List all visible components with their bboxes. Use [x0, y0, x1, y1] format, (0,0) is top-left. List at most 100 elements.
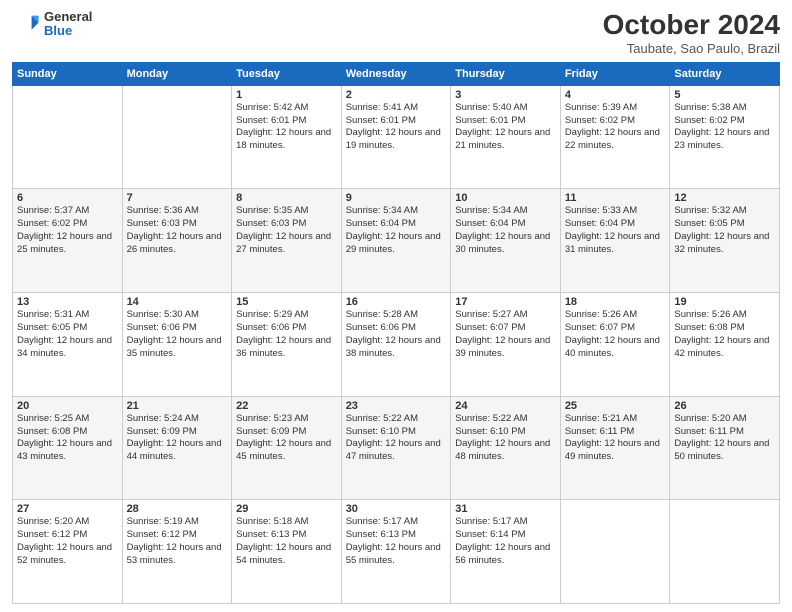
day-detail: Sunrise: 5:40 AM Sunset: 6:01 PM Dayligh… — [455, 102, 556, 153]
day-detail: Sunrise: 5:26 AM Sunset: 6:07 PM Dayligh… — [565, 309, 666, 360]
day-detail: Sunrise: 5:19 AM Sunset: 6:12 PM Dayligh… — [127, 516, 228, 567]
day-detail: Sunrise: 5:30 AM Sunset: 6:06 PM Dayligh… — [127, 309, 228, 360]
day-number: 1 — [236, 89, 337, 101]
day-number: 17 — [455, 296, 556, 308]
calendar-week-1: 1Sunrise: 5:42 AM Sunset: 6:01 PM Daylig… — [13, 85, 780, 189]
day-number: 9 — [346, 192, 447, 204]
calendar-cell: 22Sunrise: 5:23 AM Sunset: 6:09 PM Dayli… — [232, 396, 342, 500]
calendar-cell: 3Sunrise: 5:40 AM Sunset: 6:01 PM Daylig… — [451, 85, 561, 189]
header-thursday: Thursday — [451, 62, 561, 85]
calendar-cell: 23Sunrise: 5:22 AM Sunset: 6:10 PM Dayli… — [341, 396, 451, 500]
header-wednesday: Wednesday — [341, 62, 451, 85]
calendar-cell: 10Sunrise: 5:34 AM Sunset: 6:04 PM Dayli… — [451, 189, 561, 293]
calendar-week-2: 6Sunrise: 5:37 AM Sunset: 6:02 PM Daylig… — [13, 189, 780, 293]
calendar-week-4: 20Sunrise: 5:25 AM Sunset: 6:08 PM Dayli… — [13, 396, 780, 500]
logo-blue: Blue — [44, 24, 92, 38]
day-number: 25 — [565, 400, 666, 412]
day-detail: Sunrise: 5:21 AM Sunset: 6:11 PM Dayligh… — [565, 413, 666, 464]
calendar-cell: 14Sunrise: 5:30 AM Sunset: 6:06 PM Dayli… — [122, 293, 232, 397]
day-detail: Sunrise: 5:35 AM Sunset: 6:03 PM Dayligh… — [236, 205, 337, 256]
header-monday: Monday — [122, 62, 232, 85]
calendar-cell: 16Sunrise: 5:28 AM Sunset: 6:06 PM Dayli… — [341, 293, 451, 397]
day-detail: Sunrise: 5:22 AM Sunset: 6:10 PM Dayligh… — [455, 413, 556, 464]
day-detail: Sunrise: 5:20 AM Sunset: 6:11 PM Dayligh… — [674, 413, 775, 464]
day-detail: Sunrise: 5:22 AM Sunset: 6:10 PM Dayligh… — [346, 413, 447, 464]
calendar-cell: 8Sunrise: 5:35 AM Sunset: 6:03 PM Daylig… — [232, 189, 342, 293]
header: General Blue October 2024 Taubate, Sao P… — [12, 10, 780, 56]
calendar-cell: 13Sunrise: 5:31 AM Sunset: 6:05 PM Dayli… — [13, 293, 123, 397]
page: General Blue October 2024 Taubate, Sao P… — [0, 0, 792, 612]
logo-text: General Blue — [44, 10, 92, 39]
calendar-week-5: 27Sunrise: 5:20 AM Sunset: 6:12 PM Dayli… — [13, 500, 780, 604]
title-block: October 2024 Taubate, Sao Paulo, Brazil — [603, 10, 780, 56]
calendar-cell: 12Sunrise: 5:32 AM Sunset: 6:05 PM Dayli… — [670, 189, 780, 293]
header-tuesday: Tuesday — [232, 62, 342, 85]
day-detail: Sunrise: 5:37 AM Sunset: 6:02 PM Dayligh… — [17, 205, 118, 256]
day-number: 20 — [17, 400, 118, 412]
day-detail: Sunrise: 5:17 AM Sunset: 6:14 PM Dayligh… — [455, 516, 556, 567]
calendar-cell: 1Sunrise: 5:42 AM Sunset: 6:01 PM Daylig… — [232, 85, 342, 189]
day-detail: Sunrise: 5:42 AM Sunset: 6:01 PM Dayligh… — [236, 102, 337, 153]
day-number: 11 — [565, 192, 666, 204]
calendar-cell — [670, 500, 780, 604]
day-number: 14 — [127, 296, 228, 308]
calendar-header: Sunday Monday Tuesday Wednesday Thursday… — [13, 62, 780, 85]
logo: General Blue — [12, 10, 92, 39]
calendar-cell: 29Sunrise: 5:18 AM Sunset: 6:13 PM Dayli… — [232, 500, 342, 604]
day-detail: Sunrise: 5:27 AM Sunset: 6:07 PM Dayligh… — [455, 309, 556, 360]
calendar-cell: 5Sunrise: 5:38 AM Sunset: 6:02 PM Daylig… — [670, 85, 780, 189]
day-number: 23 — [346, 400, 447, 412]
day-number: 6 — [17, 192, 118, 204]
calendar-cell: 4Sunrise: 5:39 AM Sunset: 6:02 PM Daylig… — [560, 85, 670, 189]
day-detail: Sunrise: 5:31 AM Sunset: 6:05 PM Dayligh… — [17, 309, 118, 360]
calendar-cell: 15Sunrise: 5:29 AM Sunset: 6:06 PM Dayli… — [232, 293, 342, 397]
day-detail: Sunrise: 5:26 AM Sunset: 6:08 PM Dayligh… — [674, 309, 775, 360]
day-detail: Sunrise: 5:20 AM Sunset: 6:12 PM Dayligh… — [17, 516, 118, 567]
day-number: 16 — [346, 296, 447, 308]
calendar-cell: 7Sunrise: 5:36 AM Sunset: 6:03 PM Daylig… — [122, 189, 232, 293]
day-number: 15 — [236, 296, 337, 308]
day-number: 12 — [674, 192, 775, 204]
calendar-cell: 17Sunrise: 5:27 AM Sunset: 6:07 PM Dayli… — [451, 293, 561, 397]
day-number: 4 — [565, 89, 666, 101]
day-number: 18 — [565, 296, 666, 308]
calendar-cell: 11Sunrise: 5:33 AM Sunset: 6:04 PM Dayli… — [560, 189, 670, 293]
day-detail: Sunrise: 5:39 AM Sunset: 6:02 PM Dayligh… — [565, 102, 666, 153]
logo-general: General — [44, 10, 92, 24]
day-number: 27 — [17, 503, 118, 515]
calendar-cell: 19Sunrise: 5:26 AM Sunset: 6:08 PM Dayli… — [670, 293, 780, 397]
day-detail: Sunrise: 5:36 AM Sunset: 6:03 PM Dayligh… — [127, 205, 228, 256]
calendar-cell — [13, 85, 123, 189]
calendar-cell: 21Sunrise: 5:24 AM Sunset: 6:09 PM Dayli… — [122, 396, 232, 500]
day-number: 10 — [455, 192, 556, 204]
calendar: Sunday Monday Tuesday Wednesday Thursday… — [12, 62, 780, 604]
calendar-cell: 30Sunrise: 5:17 AM Sunset: 6:13 PM Dayli… — [341, 500, 451, 604]
day-detail: Sunrise: 5:23 AM Sunset: 6:09 PM Dayligh… — [236, 413, 337, 464]
calendar-cell: 28Sunrise: 5:19 AM Sunset: 6:12 PM Dayli… — [122, 500, 232, 604]
calendar-cell: 6Sunrise: 5:37 AM Sunset: 6:02 PM Daylig… — [13, 189, 123, 293]
page-subtitle: Taubate, Sao Paulo, Brazil — [603, 41, 780, 56]
day-detail: Sunrise: 5:18 AM Sunset: 6:13 PM Dayligh… — [236, 516, 337, 567]
day-number: 30 — [346, 503, 447, 515]
header-sunday: Sunday — [13, 62, 123, 85]
day-detail: Sunrise: 5:29 AM Sunset: 6:06 PM Dayligh… — [236, 309, 337, 360]
day-number: 24 — [455, 400, 556, 412]
day-number: 31 — [455, 503, 556, 515]
calendar-cell: 20Sunrise: 5:25 AM Sunset: 6:08 PM Dayli… — [13, 396, 123, 500]
day-detail: Sunrise: 5:38 AM Sunset: 6:02 PM Dayligh… — [674, 102, 775, 153]
day-number: 28 — [127, 503, 228, 515]
calendar-cell: 31Sunrise: 5:17 AM Sunset: 6:14 PM Dayli… — [451, 500, 561, 604]
day-detail: Sunrise: 5:34 AM Sunset: 6:04 PM Dayligh… — [346, 205, 447, 256]
calendar-cell: 18Sunrise: 5:26 AM Sunset: 6:07 PM Dayli… — [560, 293, 670, 397]
day-number: 29 — [236, 503, 337, 515]
day-detail: Sunrise: 5:32 AM Sunset: 6:05 PM Dayligh… — [674, 205, 775, 256]
header-saturday: Saturday — [670, 62, 780, 85]
day-detail: Sunrise: 5:24 AM Sunset: 6:09 PM Dayligh… — [127, 413, 228, 464]
calendar-cell: 25Sunrise: 5:21 AM Sunset: 6:11 PM Dayli… — [560, 396, 670, 500]
calendar-cell: 2Sunrise: 5:41 AM Sunset: 6:01 PM Daylig… — [341, 85, 451, 189]
calendar-week-3: 13Sunrise: 5:31 AM Sunset: 6:05 PM Dayli… — [13, 293, 780, 397]
calendar-cell: 27Sunrise: 5:20 AM Sunset: 6:12 PM Dayli… — [13, 500, 123, 604]
calendar-cell: 9Sunrise: 5:34 AM Sunset: 6:04 PM Daylig… — [341, 189, 451, 293]
calendar-cell: 26Sunrise: 5:20 AM Sunset: 6:11 PM Dayli… — [670, 396, 780, 500]
day-number: 2 — [346, 89, 447, 101]
